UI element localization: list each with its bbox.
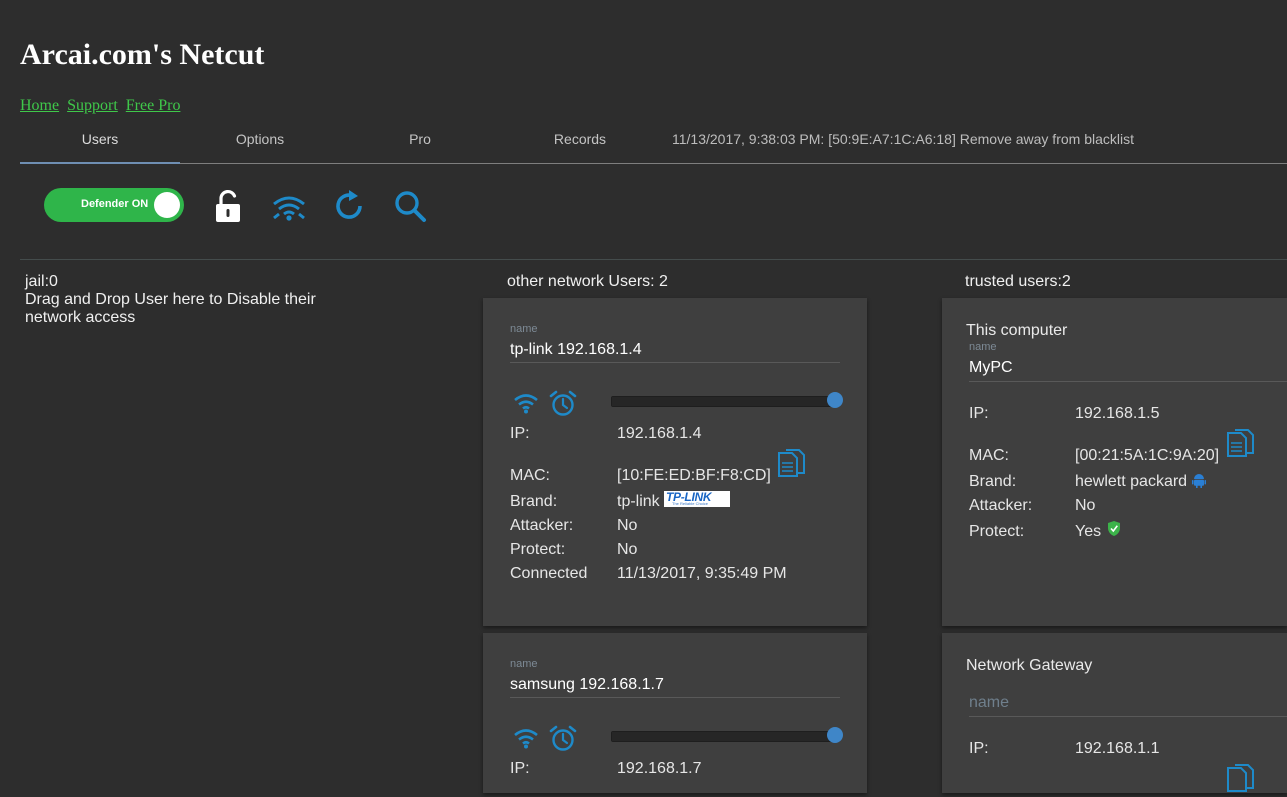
tab-options[interactable]: Options xyxy=(180,126,340,162)
protect-value: No xyxy=(617,541,638,558)
app-title: Arcai.com's Netcut xyxy=(20,38,265,71)
slider-knob[interactable] xyxy=(827,392,843,408)
trusted-user-card[interactable]: Network Gateway name IP: 192.168.1.1 xyxy=(942,633,1287,793)
brand-label: Brand: xyxy=(510,493,558,510)
toggle-knob xyxy=(154,192,180,218)
slider-fill xyxy=(612,732,839,741)
home-link[interactable]: Home xyxy=(20,97,59,114)
support-link[interactable]: Support xyxy=(67,97,118,114)
jail-drop-zone[interactable]: Drag and Drop User here to Disable their… xyxy=(25,291,345,327)
ip-label: IP: xyxy=(510,760,530,777)
name-field-underline xyxy=(969,716,1287,717)
card-title: Network Gateway xyxy=(966,657,1093,674)
defender-toggle[interactable]: Defender ON xyxy=(44,188,184,222)
name-field[interactable]: name xyxy=(969,694,1009,712)
wifi-icon[interactable] xyxy=(271,188,307,224)
status-message: 11/13/2017, 9:38:03 PM: [50:9E:A7:1C:A6:… xyxy=(672,131,1134,147)
toolbar-divider xyxy=(20,259,1287,260)
name-field-underline xyxy=(969,381,1287,382)
protect-value: Yes xyxy=(1075,523,1102,540)
brand-value: tp-link xyxy=(617,493,660,510)
wifi-cut-icon[interactable] xyxy=(513,392,539,414)
slider-knob[interactable] xyxy=(827,727,843,743)
jail-count: jail:0 xyxy=(25,273,58,290)
trusted-user-card[interactable]: This computer name MyPC IP: 192.168.1.5 … xyxy=(942,298,1287,626)
brand-label: Brand: xyxy=(969,473,1017,490)
ip-value: 192.168.1.1 xyxy=(1075,740,1160,757)
mac-value: [10:FE:ED:BF:F8:CD] xyxy=(617,467,771,484)
name-field[interactable]: samsung 192.168.1.7 xyxy=(510,676,664,694)
copy-icon[interactable] xyxy=(776,448,806,482)
ip-label: IP: xyxy=(969,405,989,422)
brand-value: hewlett packard xyxy=(1075,473,1188,490)
copy-icon[interactable] xyxy=(1225,428,1255,462)
android-icon xyxy=(1192,474,1206,488)
search-icon[interactable] xyxy=(392,188,428,224)
mac-value: [00:21:5A:1C:9A:20] xyxy=(1075,447,1220,464)
tab-records[interactable]: Records xyxy=(500,126,660,162)
copy-icon[interactable] xyxy=(1225,763,1255,797)
attacker-label: Attacker: xyxy=(510,517,574,534)
top-links: Home Support Free Pro xyxy=(20,97,184,115)
tp-link-logo-tagline: The Reliable Choice xyxy=(672,501,709,506)
tab-users[interactable]: Users xyxy=(20,126,180,164)
name-field-underline xyxy=(510,362,840,363)
ip-value: 192.168.1.7 xyxy=(617,760,702,777)
bandwidth-slider[interactable] xyxy=(611,727,843,743)
name-field[interactable]: MyPC xyxy=(969,359,1013,377)
tp-link-logo: TP-LINK The Reliable Choice xyxy=(664,490,730,507)
connected-label: Connected xyxy=(510,565,588,582)
tab-pro[interactable]: Pro xyxy=(340,126,500,162)
unlock-icon[interactable] xyxy=(210,188,246,224)
name-field-label: name xyxy=(510,323,538,335)
user-card[interactable]: name samsung 192.168.1.7 IP: 192.168.1.7 xyxy=(483,633,867,793)
name-field-label: name xyxy=(510,658,538,670)
refresh-icon[interactable] xyxy=(331,188,367,224)
ip-label: IP: xyxy=(969,740,989,757)
protect-label: Protect: xyxy=(969,523,1025,540)
ip-label: IP: xyxy=(510,425,530,442)
connected-value: 11/13/2017, 9:35:49 PM xyxy=(617,565,787,582)
attacker-value: No xyxy=(617,517,638,534)
ip-value: 192.168.1.5 xyxy=(1075,405,1160,422)
free-pro-link[interactable]: Free Pro xyxy=(126,97,181,114)
name-field-label: name xyxy=(969,341,997,353)
user-card[interactable]: name tp-link 192.168.1.4 IP: 192.168.1.4… xyxy=(483,298,867,626)
trusted-users-heading: trusted users:2 xyxy=(965,273,1071,290)
protect-label: Protect: xyxy=(510,541,566,558)
slider-fill xyxy=(612,397,839,406)
attacker-value: No xyxy=(1075,497,1096,514)
alarm-clock-icon[interactable] xyxy=(549,725,577,751)
bandwidth-slider[interactable] xyxy=(611,392,843,408)
mac-label: MAC: xyxy=(969,447,1009,464)
wifi-cut-icon[interactable] xyxy=(513,727,539,749)
attacker-label: Attacker: xyxy=(969,497,1033,514)
shield-check-icon xyxy=(1108,521,1120,536)
ip-value: 192.168.1.4 xyxy=(617,425,702,442)
name-field-underline xyxy=(510,697,840,698)
other-users-heading: other network Users: 2 xyxy=(507,273,668,290)
name-field[interactable]: tp-link 192.168.1.4 xyxy=(510,341,642,359)
mac-label: MAC: xyxy=(510,467,550,484)
defender-label: Defender ON xyxy=(81,198,149,210)
card-title: This computer xyxy=(966,322,1068,339)
alarm-clock-icon[interactable] xyxy=(549,390,577,416)
